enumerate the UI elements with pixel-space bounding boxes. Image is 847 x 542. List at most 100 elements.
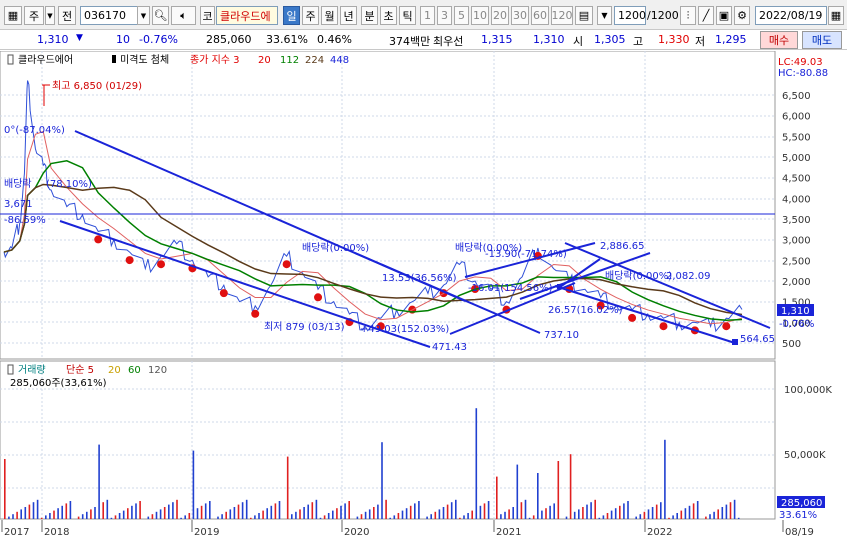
count-total: /1200 [647, 9, 679, 22]
volume-bar [53, 510, 55, 519]
legend-ma-label[interactable]: 종가 지수 3 [190, 54, 240, 66]
div1-pct-annotation: (78.10%) [46, 179, 92, 190]
stock-chart[interactable]: 최고 6,850 (01/29) 0°(-87.04%) 배당락 (78.10%… [0, 51, 847, 542]
volume-bar [479, 505, 482, 519]
point-2886-label: 2,886.65 [600, 241, 645, 252]
volume-bar [4, 459, 6, 519]
type1-button[interactable]: 주 [24, 6, 44, 25]
volume-bar [311, 502, 314, 519]
volume-bar [434, 511, 437, 519]
volume-bar [65, 503, 68, 519]
count-input[interactable]: 1200 [614, 6, 646, 25]
interval-5-button[interactable]: 5 [454, 6, 469, 25]
vol-legend-ma-60[interactable]: 60 [128, 365, 141, 376]
volume-bar [319, 517, 322, 519]
legend-stock-name[interactable]: 클라우드에어 [18, 54, 73, 66]
volume-bar [139, 501, 141, 519]
candle-icon[interactable]: ⫶ [680, 6, 696, 25]
search-icon[interactable]: 🔍︎ [152, 6, 169, 25]
period-month-button[interactable]: 월 [321, 6, 338, 25]
type1-dropdown-icon[interactable]: ▼ [45, 6, 55, 25]
volume-panel [0, 360, 776, 520]
period-day-button[interactable]: 일 [283, 6, 300, 25]
volume-bar [270, 505, 273, 519]
legend-ma-112[interactable]: 112 [280, 55, 299, 66]
current-price-label: 1,310 [781, 306, 810, 317]
volume-bar [672, 515, 674, 519]
volume-bar [127, 508, 129, 519]
interval-dropdown-icon[interactable]: ▤ [575, 6, 593, 25]
interval-20-button[interactable]: 20 [491, 6, 509, 25]
buy-button[interactable]: 매수 [760, 31, 798, 49]
volume-bar [118, 513, 121, 519]
down-arrow-icon: ▼ [76, 33, 83, 43]
volume-bar [397, 513, 400, 519]
volume-bar [332, 510, 334, 519]
speaker-icon[interactable]: 🔈︎ [171, 6, 196, 25]
interval-30-button[interactable]: 30 [511, 6, 529, 25]
volume-bar [20, 509, 22, 519]
volume-bar [651, 507, 654, 519]
interval-3-button[interactable]: 3 [437, 6, 452, 25]
volume-bar [36, 499, 39, 519]
volume-bar [303, 507, 305, 519]
options-dropdown-icon[interactable]: ▼ [597, 6, 612, 25]
code-dropdown-icon[interactable]: ▼ [137, 6, 150, 25]
volume-bar [254, 515, 256, 519]
lc-label: LC:49.03 [778, 57, 823, 68]
sell-button[interactable]: 매도 [802, 31, 842, 49]
vol-legend-current: 285,060주(33,61%) [10, 378, 107, 389]
volume-bar [557, 461, 560, 519]
draw-tool-icon[interactable]: ╱ [698, 6, 714, 25]
volume-bar [163, 507, 166, 519]
price-axis-tick: 2,500 [782, 256, 811, 267]
type2-button[interactable]: 전 [58, 6, 76, 25]
volume-bar [377, 504, 379, 519]
legend-ma-20[interactable]: 20 [258, 55, 271, 66]
volume-bar [344, 503, 346, 519]
period-year-button[interactable]: 년 [340, 6, 357, 25]
legend-indicator[interactable]: 미격도 첨체 [120, 53, 169, 66]
toolbar: ▦ 주 ▼ 전 036170 ▼ 🔍︎ 🔈︎ 코 클라우드에 일 주 월 년 분… [0, 0, 847, 30]
quote-amount: 374백만 [389, 35, 431, 48]
t4-annotation: 26.57(16.02%) [548, 305, 623, 316]
period-second-button[interactable]: 초 [380, 6, 397, 25]
volume-bar [151, 514, 154, 519]
interval-120-button[interactable]: 120 [551, 6, 573, 25]
vol-legend-ma-120[interactable]: 120 [148, 365, 167, 376]
volume-bar [323, 515, 326, 519]
price-axis-tick: 4,500 [782, 174, 811, 185]
interval-60-button[interactable]: 60 [531, 6, 549, 25]
volume-bar [250, 517, 252, 519]
volume-bar [459, 517, 461, 519]
volume-bar [668, 517, 670, 519]
vol-legend-ma-20[interactable]: 20 [108, 365, 121, 376]
period-tick-button[interactable]: 틱 [399, 6, 416, 25]
legend-ma-448[interactable]: 448 [330, 55, 349, 66]
volume-bar [463, 515, 465, 519]
date-input[interactable]: 2022/08/19 [755, 6, 827, 25]
volume-bar [110, 517, 113, 519]
volume-bar [713, 511, 715, 519]
chart-menu-icon[interactable]: ▦ [4, 6, 22, 25]
legend-ma-224[interactable]: 224 [305, 55, 324, 66]
volume-bar [180, 517, 182, 519]
vol-legend-name[interactable]: 거래량 [18, 364, 46, 376]
period-week-button[interactable]: 주 [302, 6, 319, 25]
volume-bar [12, 514, 14, 519]
volume-bar [368, 509, 371, 519]
volume-axis: 50,000K 100,000K [784, 385, 832, 461]
t2-annotation: -16.01(154.56%) [468, 283, 553, 294]
save-icon[interactable]: ▣ [716, 6, 732, 25]
volume-bar [299, 509, 301, 519]
settings-icon[interactable]: ⚙ [734, 6, 750, 25]
calendar-icon[interactable]: ▦ [828, 6, 844, 25]
volume-bar [450, 502, 453, 519]
volume-bar [487, 501, 490, 519]
interval-10-button[interactable]: 10 [471, 6, 489, 25]
volume-bar [204, 503, 207, 519]
div4-annotation: 배당락(0.00%) [605, 270, 672, 282]
vol-legend-ma-label[interactable]: 단순 5 [66, 364, 94, 376]
period-minute-button[interactable]: 분 [361, 6, 378, 25]
interval-1-button[interactable]: 1 [420, 6, 435, 25]
